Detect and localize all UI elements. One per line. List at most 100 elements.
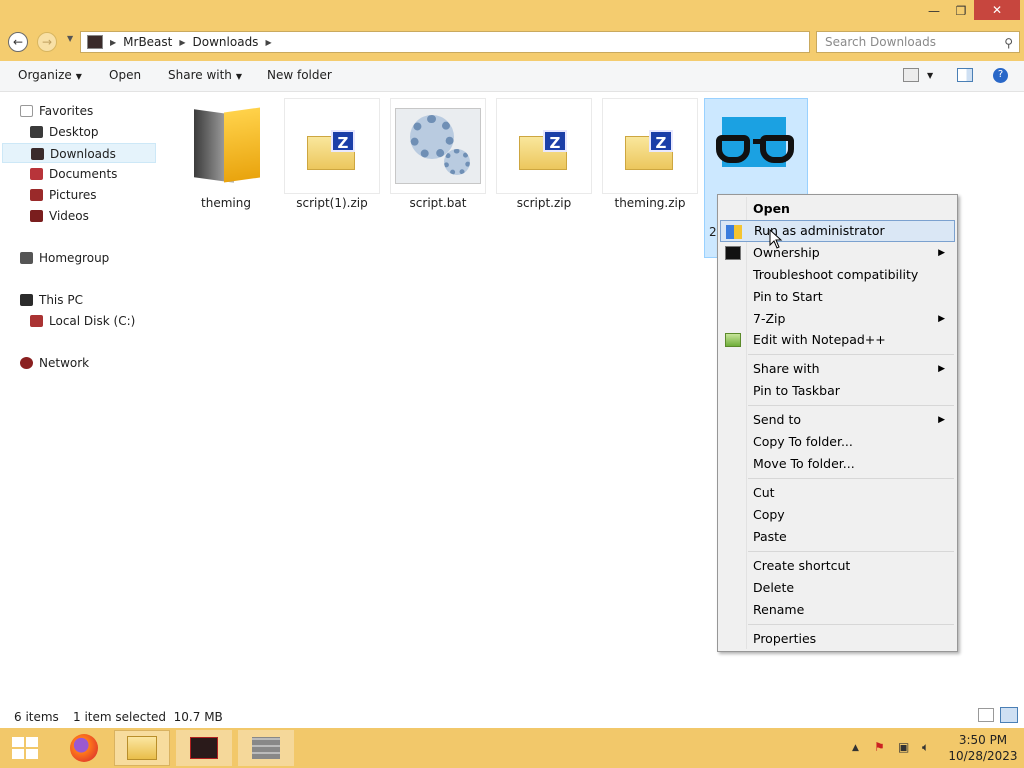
nav-label: Local Disk (C:): [49, 314, 136, 328]
menu-separator: [748, 354, 954, 355]
search-placeholder: Search Downloads: [825, 35, 936, 49]
nav-this-pc[interactable]: This PC: [20, 290, 83, 310]
firewall-taskbar-button[interactable]: [238, 730, 294, 766]
menu-item-edit-notepad[interactable]: Edit with Notepad++: [720, 329, 955, 351]
show-hidden-icons[interactable]: ▲: [852, 743, 859, 753]
action-center-flag-icon[interactable]: ⚑: [874, 740, 885, 754]
submenu-arrow-icon: ▶: [938, 314, 945, 324]
user-folder-icon: [87, 35, 103, 49]
menu-item-open[interactable]: Open: [720, 198, 955, 220]
menu-item-troubleshoot[interactable]: Troubleshoot compatibility: [720, 264, 955, 286]
nav-label: Network: [39, 356, 90, 370]
navigation-pane: Favorites Desktop Downloads Documents Pi…: [0, 92, 158, 702]
media-app-icon: [190, 737, 218, 759]
submenu-arrow-icon: ▶: [938, 364, 945, 374]
menu-item-create-shortcut[interactable]: Create shortcut: [720, 555, 955, 577]
share-with-button[interactable]: Share with ▼: [168, 68, 242, 82]
new-folder-button[interactable]: New folder: [267, 68, 332, 82]
status-bar: 6 items 1 item selected 10.7 MB: [0, 702, 1024, 730]
videos-icon: [30, 210, 43, 222]
nav-favorites[interactable]: Favorites: [20, 101, 93, 121]
menu-item-run-as-admin[interactable]: Run as administrator: [720, 220, 955, 242]
minimize-button[interactable]: —: [920, 0, 948, 22]
nav-desktop[interactable]: Desktop: [30, 122, 99, 142]
volume-icon[interactable]: 🔈︎: [922, 740, 929, 755]
context-menu: Open Run as administrator Ownership ▶ Tr…: [717, 194, 958, 652]
chevron-down-icon: ▼: [75, 72, 82, 81]
console-icon: [725, 246, 741, 260]
breadcrumb-downloads[interactable]: Downloads: [193, 35, 259, 49]
chevron-right-icon[interactable]: ▶: [110, 38, 116, 47]
nav-homegroup[interactable]: Homegroup: [20, 248, 109, 268]
menu-item-pin-start[interactable]: Pin to Start: [720, 286, 955, 308]
folder-icon: [178, 98, 274, 194]
file-item[interactable]: Z script(1).zip: [284, 98, 380, 212]
file-explorer-icon: [127, 736, 157, 760]
file-item[interactable]: script.bat: [390, 98, 486, 212]
clock-time: 3:50 PM: [958, 733, 1008, 747]
nav-downloads[interactable]: Downloads: [2, 143, 156, 163]
file-item[interactable]: Z theming.zip: [602, 98, 698, 212]
breadcrumb-mrbeast[interactable]: MrBeast: [123, 35, 172, 49]
menu-item-ownership[interactable]: Ownership ▶: [720, 242, 955, 264]
details-view-icon[interactable]: [978, 708, 994, 722]
explorer-taskbar-button[interactable]: [114, 730, 170, 766]
mouse-cursor-icon: [769, 229, 783, 249]
address-bar[interactable]: ▶ MrBeast ▶ Downloads ▶ ▼ ↻: [80, 31, 885, 53]
menu-separator: [748, 405, 954, 406]
menu-item-copy-to[interactable]: Copy To folder...: [720, 431, 955, 453]
menu-item-delete[interactable]: Delete: [720, 577, 955, 599]
maximize-button[interactable]: ❐: [948, 0, 974, 22]
nav-videos[interactable]: Videos: [30, 206, 89, 226]
menu-item-label: Ownership: [753, 245, 820, 260]
search-icon[interactable]: ⚲: [1004, 33, 1013, 53]
network-status-icon[interactable]: ▣: [898, 740, 909, 754]
arrow-left-icon: ←: [12, 35, 24, 49]
change-view-icon[interactable]: [903, 68, 919, 82]
nav-label: Pictures: [49, 188, 97, 202]
documents-icon: [30, 168, 43, 180]
app-taskbar-button[interactable]: [176, 730, 232, 766]
chevron-right-icon[interactable]: ▶: [179, 38, 185, 47]
menu-item-pin-taskbar[interactable]: Pin to Taskbar: [720, 380, 955, 402]
zip-icon: Z: [602, 98, 698, 194]
menu-item-properties[interactable]: Properties: [720, 628, 955, 650]
file-name: script.bat: [409, 196, 467, 210]
help-icon[interactable]: ?: [993, 68, 1008, 83]
preview-pane-icon[interactable]: [957, 68, 973, 82]
nav-local-disk[interactable]: Local Disk (C:): [30, 311, 135, 331]
open-button[interactable]: Open: [109, 68, 141, 82]
close-button[interactable]: ✕: [974, 0, 1020, 20]
firefox-taskbar-button[interactable]: [56, 730, 112, 766]
search-input[interactable]: Search Downloads ⚲: [816, 31, 1020, 53]
menu-item-7zip[interactable]: 7-Zip ▶: [720, 308, 955, 330]
menu-item-paste[interactable]: Paste: [720, 526, 955, 548]
recent-locations-dropdown[interactable]: ▼: [67, 34, 73, 43]
file-item[interactable]: theming: [178, 98, 274, 212]
clock-date: 10/28/2023: [948, 749, 1018, 763]
file-item[interactable]: Z script.zip: [496, 98, 592, 212]
chevron-right-icon[interactable]: ▶: [265, 38, 271, 47]
menu-item-move-to[interactable]: Move To folder...: [720, 453, 955, 475]
nav-documents[interactable]: Documents: [30, 164, 117, 184]
back-button[interactable]: ←: [8, 32, 28, 52]
windows-start-icon[interactable]: [12, 737, 38, 759]
organize-button[interactable]: Organize ▼: [18, 68, 82, 82]
system-clock[interactable]: 3:50 PM 10/28/2023: [948, 732, 1018, 764]
nav-pictures[interactable]: Pictures: [30, 185, 97, 205]
menu-item-send-to[interactable]: Send to ▶: [720, 409, 955, 431]
menu-item-share-with[interactable]: Share with ▶: [720, 358, 955, 380]
nav-label: Desktop: [49, 125, 99, 139]
large-icons-view-icon[interactable]: [1000, 707, 1018, 723]
menu-item-cut[interactable]: Cut: [720, 482, 955, 504]
nav-label: Videos: [49, 209, 89, 223]
submenu-arrow-icon: ▶: [938, 248, 945, 258]
forward-button[interactable]: →: [37, 32, 57, 52]
title-bar: — ❐ ✕: [0, 0, 1024, 24]
view-dropdown-icon[interactable]: ▼: [927, 71, 933, 80]
nav-label: Homegroup: [39, 251, 110, 265]
menu-item-copy[interactable]: Copy: [720, 504, 955, 526]
nav-network[interactable]: Network: [20, 353, 89, 373]
network-icon: [20, 357, 33, 369]
menu-item-rename[interactable]: Rename: [720, 599, 955, 621]
